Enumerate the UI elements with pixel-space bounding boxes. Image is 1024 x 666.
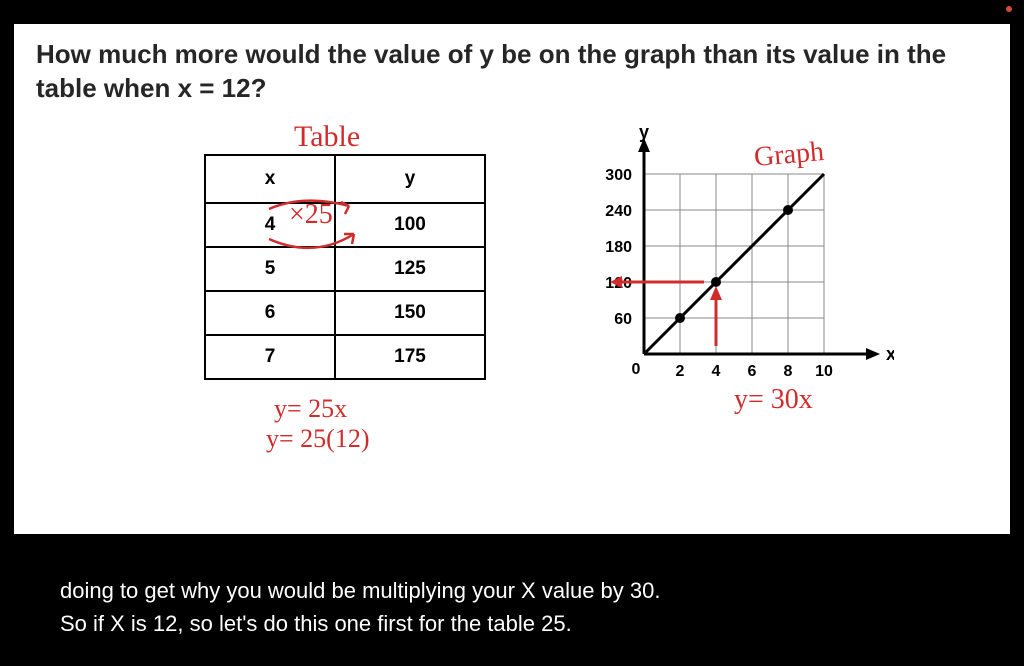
- question-text: How much more would the value of y be on…: [36, 38, 976, 106]
- table-equation-1: y= 25x: [274, 394, 347, 424]
- x-tick: 6: [748, 363, 757, 380]
- x-tick: 8: [784, 363, 793, 380]
- y-tick: 180: [605, 239, 632, 256]
- cell-y: 175: [335, 335, 485, 379]
- cell-x: 7: [205, 335, 335, 379]
- caption-line: So if X is 12, so let's do this one firs…: [60, 607, 964, 640]
- x-axis-arrow-icon: [866, 348, 880, 360]
- recording-indicator: [1006, 6, 1012, 12]
- graph-label-handwritten: Graph: [753, 136, 826, 174]
- rate-arrow-icon: [254, 194, 384, 254]
- table-equation-2: y= 25(12): [266, 424, 369, 454]
- video-caption: doing to get why you would be multiplyin…: [0, 556, 1024, 666]
- whiteboard-canvas: How much more would the value of y be on…: [14, 24, 1010, 534]
- table-row: 6 150: [205, 291, 485, 335]
- x-tick: 4: [712, 363, 721, 380]
- cell-y: 150: [335, 291, 485, 335]
- y-tick: 300: [605, 167, 632, 184]
- graph-equation: y= 30x: [734, 384, 813, 416]
- y-tick: 240: [605, 203, 632, 220]
- xy-graph: y x 300 240 180 120 60 0 2 4 6 8 10: [574, 124, 894, 404]
- caption-line: doing to get why you would be multiplyin…: [60, 574, 964, 607]
- cell-x: 6: [205, 291, 335, 335]
- x-tick: 2: [676, 363, 685, 380]
- data-line: [644, 174, 824, 354]
- table-row: 7 175: [205, 335, 485, 379]
- data-table: x y 4 100 5 125 6 150 7: [204, 154, 486, 380]
- data-point: [711, 277, 721, 287]
- x-axis-label: x: [886, 344, 894, 364]
- x-tick: 10: [815, 363, 833, 380]
- origin-label: 0: [632, 361, 641, 378]
- data-point: [675, 313, 685, 323]
- y-tick: 60: [614, 311, 632, 328]
- data-point: [783, 205, 793, 215]
- y-axis-label: y: [639, 124, 649, 142]
- table-label-handwritten: Table: [294, 120, 360, 154]
